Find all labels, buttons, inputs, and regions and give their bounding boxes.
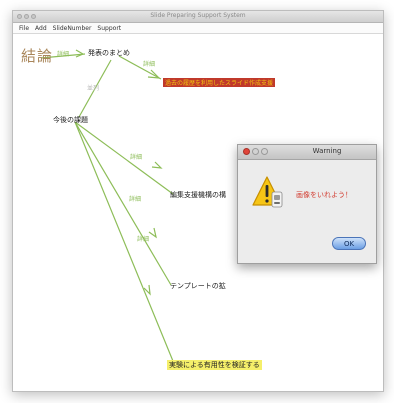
arrowhead-future-edit xyxy=(151,161,163,169)
menu-slidenumber[interactable]: SlideNumber xyxy=(53,25,92,32)
warning-triangle-icon xyxy=(252,176,283,208)
arrowhead-summary-slide xyxy=(147,69,161,79)
window-titlebar: Slide Preparing Support System xyxy=(13,11,383,23)
warning-dialog: Warning 画像をいれよう！ OK xyxy=(237,144,377,264)
edge-label-future-edit: 詳細 xyxy=(130,154,143,161)
arrowhead-future-template xyxy=(148,227,157,239)
edge-label-summary-slide: 詳細 xyxy=(143,61,156,68)
dialog-close-icon[interactable] xyxy=(243,148,250,155)
node-slide-support[interactable]: 過去の履歴を利用したスライド作成支援 xyxy=(163,78,276,87)
dialog-minimize-icon[interactable] xyxy=(252,148,259,155)
ok-button[interactable]: OK xyxy=(332,237,366,250)
edge-label-future-template: 詳細 xyxy=(129,196,142,203)
node-experiment[interactable]: 実験による有用性を検証する xyxy=(167,360,262,370)
menu-bar: File Add SlideNumber Support xyxy=(13,23,383,34)
dialog-zoom-icon[interactable] xyxy=(261,148,268,155)
arrowhead-root-summary xyxy=(75,49,85,58)
edge-future-template xyxy=(74,121,172,286)
window-title: Slide Preparing Support System xyxy=(150,12,246,19)
menu-support[interactable]: Support xyxy=(97,25,121,32)
dialog-titlebar: Warning xyxy=(238,145,376,160)
dialog-title: Warning xyxy=(312,147,342,155)
edge-label-summary-future: 並列 xyxy=(87,85,100,92)
menu-add[interactable]: Add xyxy=(35,25,47,32)
node-future[interactable]: 今後の課題 xyxy=(53,115,88,125)
node-summary[interactable]: 発表のまとめ xyxy=(88,48,130,58)
node-root[interactable]: 結論 xyxy=(21,45,53,66)
dialog-message: 画像をいれよう！ xyxy=(296,191,352,199)
node-edit-support[interactable]: 編集支援機構の構 xyxy=(170,190,226,200)
node-template[interactable]: テンプレートの拡 xyxy=(170,281,226,291)
edge-label-root-summary: 詳細 xyxy=(57,51,70,58)
menu-file[interactable]: File xyxy=(19,25,29,32)
edge-label-future-experiment: 詳細 xyxy=(137,236,150,243)
